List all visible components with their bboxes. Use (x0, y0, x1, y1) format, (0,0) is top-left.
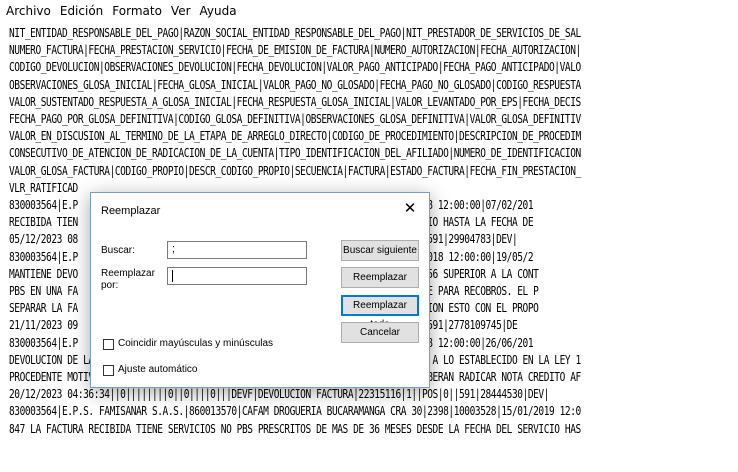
text-line: OBSERVACIONES_GLOSA_INICIAL|FECHA_GLOSA_… (9, 77, 581, 92)
find-input[interactable]: ; (167, 241, 307, 259)
menu-ver[interactable]: Ver (171, 4, 191, 18)
replace-label: Reemplazar (101, 268, 155, 279)
text-line: 20/12/2023 04:36:34||0||||||||0||0||||0|… (9, 387, 550, 402)
menu-edicion[interactable]: Edición (60, 4, 103, 18)
replace-all-button[interactable]: Reemplazar todo (341, 295, 419, 330)
menu-archivo[interactable]: Archivo (6, 4, 51, 18)
replace-label-line2: por: (101, 280, 119, 291)
menu-formato[interactable]: Formato (112, 4, 162, 18)
replace-input[interactable] (167, 267, 307, 285)
replace-dialog: Reemplazar ✕ Buscar: ; Reemplazar por: B… (90, 192, 430, 388)
text-line: VALOR_SUSTENTADO_RESPUESTA_A_GLOSA_INICI… (9, 94, 581, 109)
cancel-button[interactable]: Cancelar (341, 322, 419, 343)
text-cursor (172, 270, 173, 282)
dialog-title: Reemplazar (101, 205, 161, 217)
text-line: 847 LA FACTURA RECIBIDA TIENE SERVICIOS … (9, 421, 581, 436)
text-line: CONSECUTIVO_DE_ATENCION_DE_RADICACION_DE… (9, 146, 581, 161)
text-line: VALOR_EN_DISCUSION_AL_TERMINO_DE_LA_ETAP… (9, 129, 581, 144)
menu-bar: Archivo Edición Formato Ver Ayuda (0, 0, 738, 22)
replace-button[interactable]: Reemplazar (341, 267, 419, 288)
text-line: FECHA_PAGO_POR_GLOSA_DEFINITIVA|CODIGO_G… (9, 112, 581, 126)
text-line: NIT_ENTIDAD_RESPONSABLE_DEL_PAGO|RAZON_S… (9, 26, 581, 40)
menu-ayuda[interactable]: Ayuda (200, 4, 237, 18)
text-line: VLR_RATIFICAD (9, 180, 78, 195)
text-line: NUMERO_FACTURA|FECHA_PRESTACION_SERVICIO… (9, 43, 581, 58)
wrap-around-checkbox[interactable] (103, 365, 114, 376)
text-line: VALOR_GLOSA_FACTURA|CODIGO_PROPIO|DESCR_… (9, 163, 581, 178)
find-label: Buscar: (101, 245, 135, 256)
wrap-around-label: Ajuste automático (118, 364, 198, 375)
match-case-checkbox[interactable] (103, 339, 114, 350)
find-next-button[interactable]: Buscar siguiente (341, 240, 419, 261)
match-case-label: Coincidir mayúsculas y minúsculas (118, 338, 274, 349)
close-icon[interactable]: ✕ (399, 198, 421, 220)
text-line: CODIGO_DEVOLUCION|OBSERVACIONES_DEVOLUCI… (9, 60, 581, 75)
text-line: 830003564|E.P.S. FAMISANAR S.A.S.|860013… (9, 404, 581, 419)
